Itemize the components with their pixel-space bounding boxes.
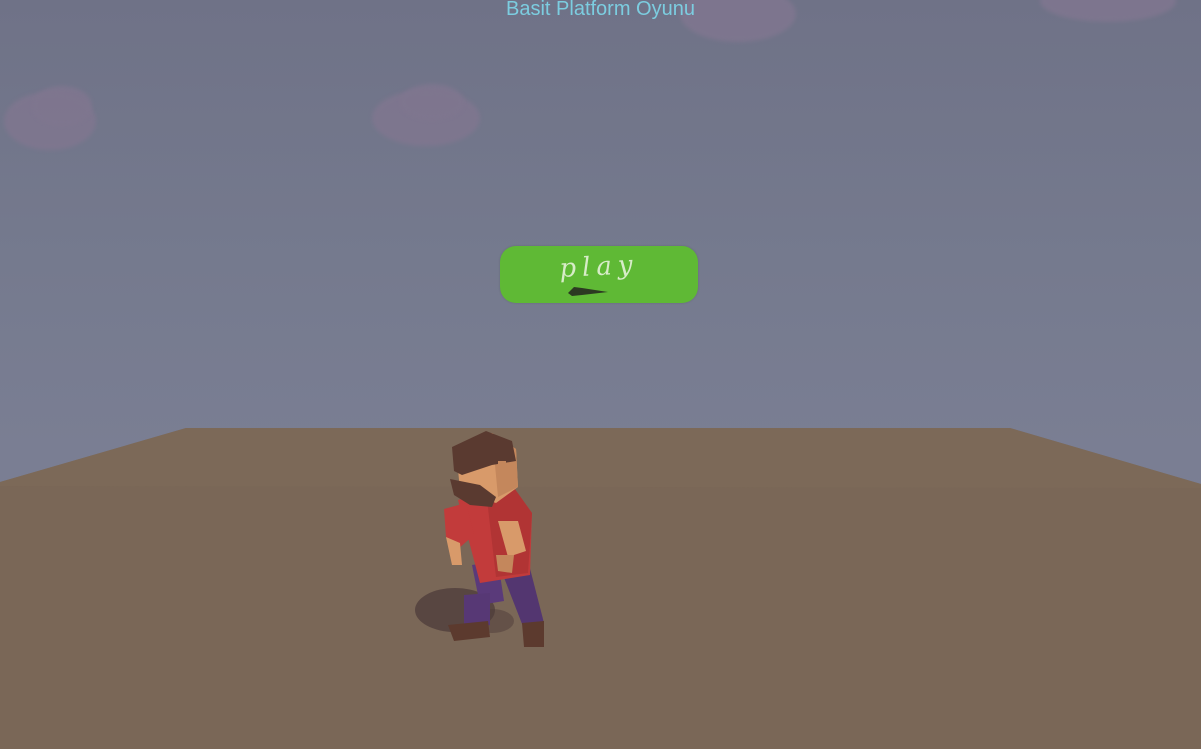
game-scene: Basit Platform Oyunu play: [0, 0, 1201, 749]
play-arrow-icon: [568, 287, 608, 296]
play-button[interactable]: play: [500, 246, 698, 303]
ground-platform: [0, 428, 1201, 749]
game-title: Basit Platform Oyunu: [506, 0, 695, 20]
play-button-label: play: [558, 249, 640, 285]
player-character: [415, 431, 544, 647]
